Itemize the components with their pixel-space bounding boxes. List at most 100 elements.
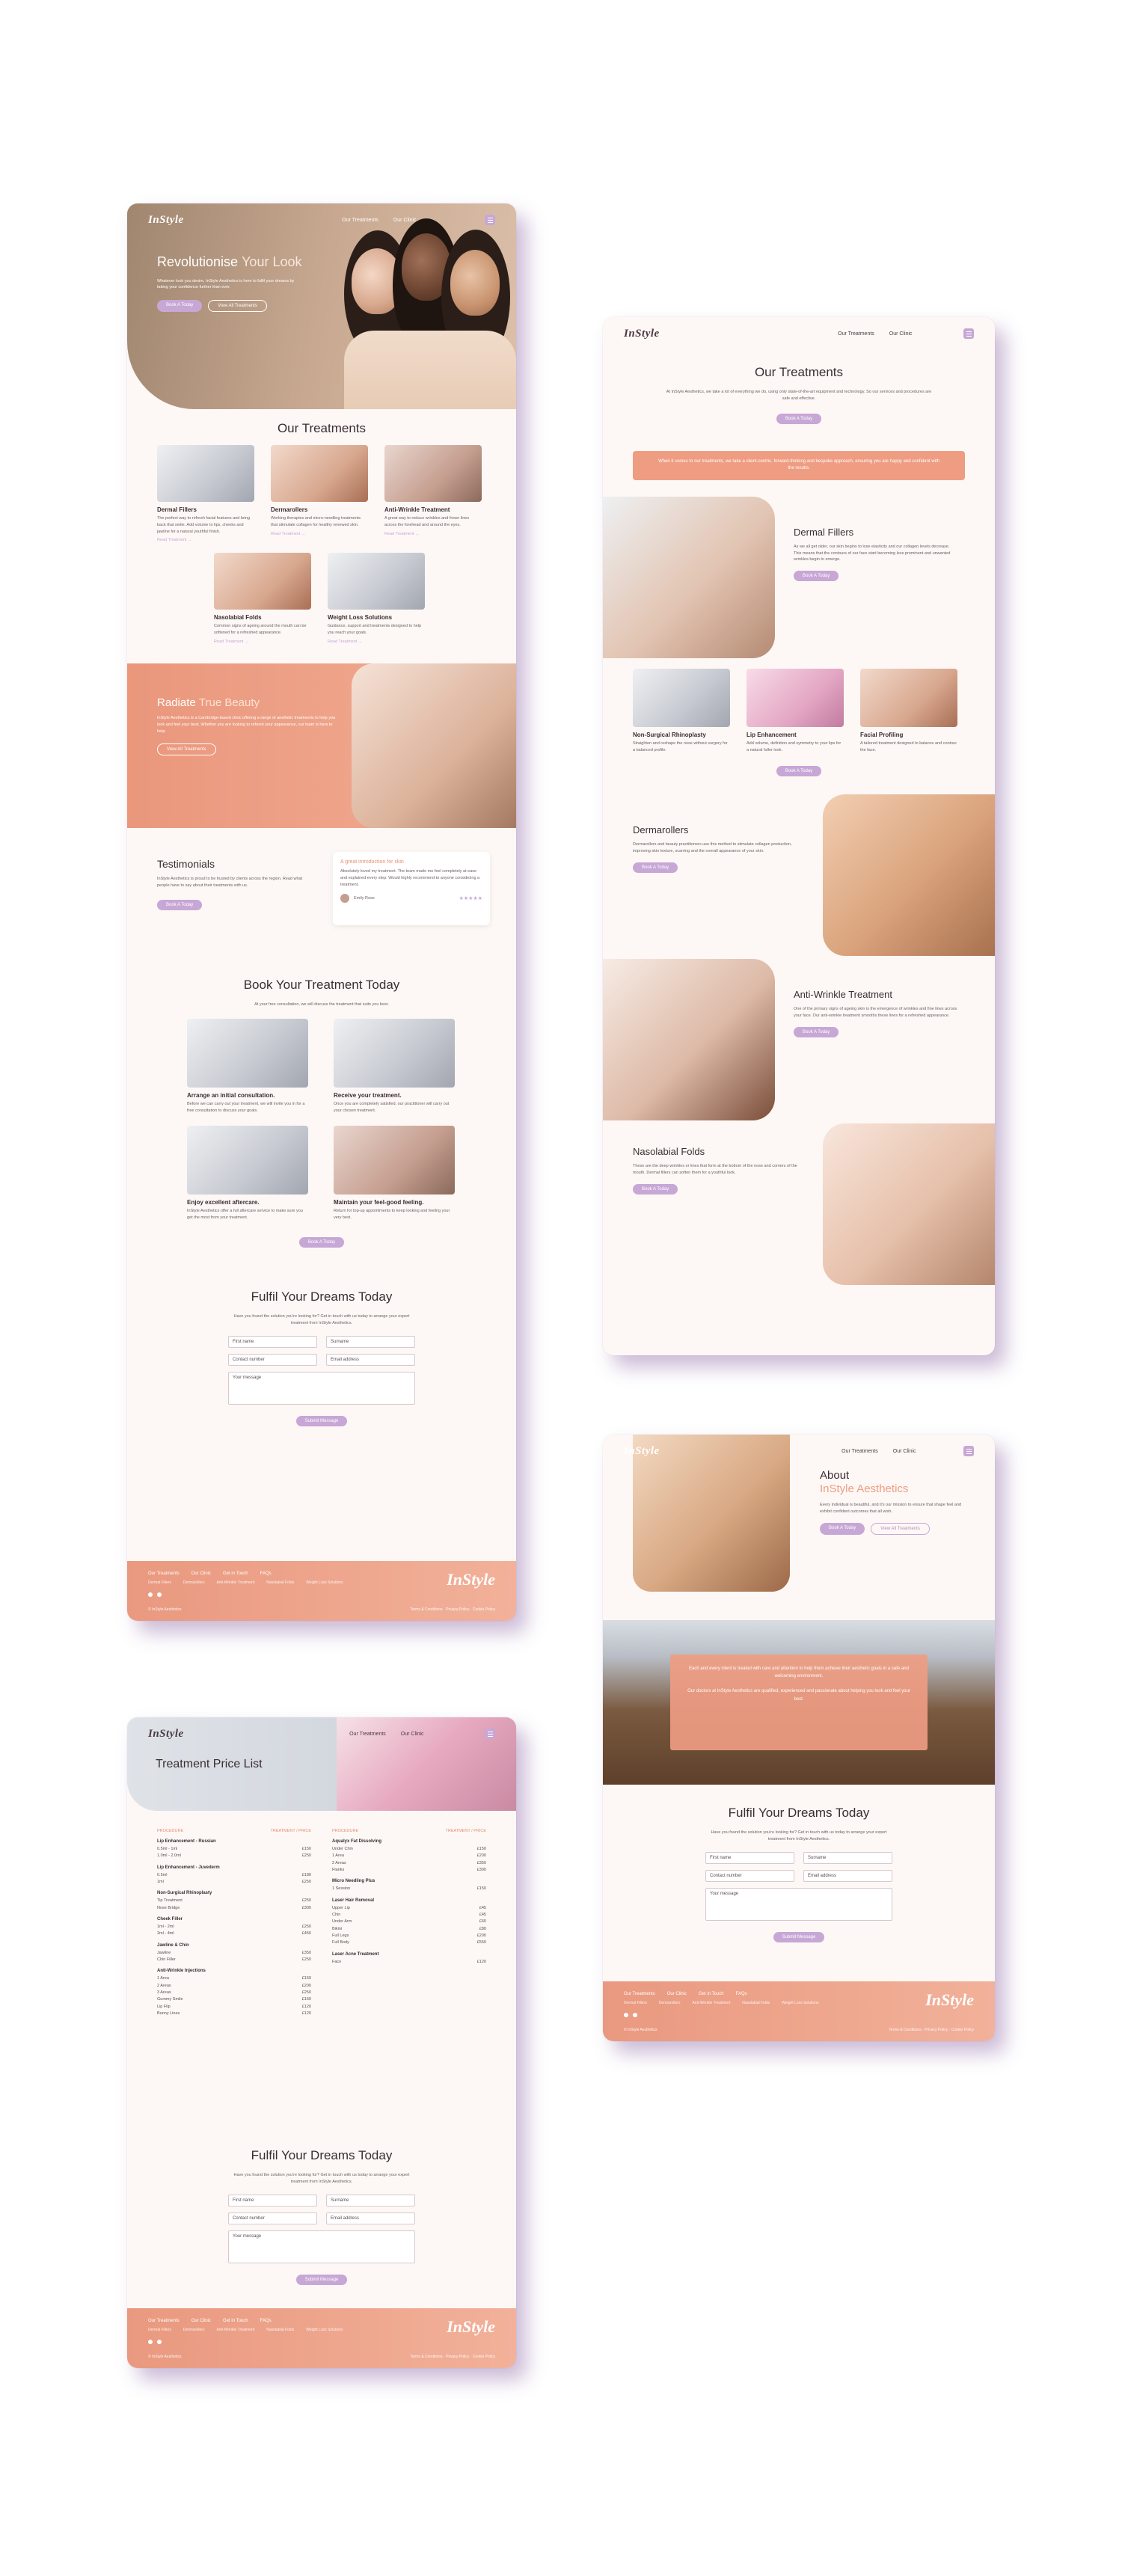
submit-button[interactable]: Submit Message bbox=[295, 1415, 348, 1426]
radiate-title: Radiate bbox=[157, 696, 196, 709]
price-group-title: Cheek Filler bbox=[157, 1917, 183, 1922]
banner: When it comes to our treatments, we take… bbox=[633, 450, 965, 480]
nav-clinic[interactable]: Our Clinic bbox=[401, 1732, 424, 1737]
menu-icon[interactable] bbox=[963, 1446, 974, 1456]
footer-logo[interactable]: InStyle bbox=[925, 1990, 974, 2010]
hero-view-treatments-button[interactable]: View All Treatments bbox=[208, 300, 267, 313]
price-row: 1 Area £150 bbox=[157, 1976, 311, 1981]
book-sub: At your free consultation, we will discu… bbox=[254, 1002, 389, 1007]
book-button[interactable]: Book A Today bbox=[298, 1236, 345, 1248]
mini-card[interactable]: Lip Enhancement Add volume, definition an… bbox=[747, 668, 844, 754]
footer-link[interactable]: Our Clinic bbox=[191, 2319, 211, 2323]
price-group-title: Aqualyx Fat Dissolving bbox=[332, 1839, 382, 1844]
price-row: 1ml - 2ml £250 bbox=[157, 1925, 311, 1930]
book-button[interactable]: Book A Today bbox=[776, 413, 822, 424]
social-icons[interactable] bbox=[148, 2340, 495, 2344]
contact-form: First name Surname Contact number Email ad… bbox=[228, 1335, 415, 1426]
anti-book-button[interactable]: Book A Today bbox=[794, 1026, 839, 1037]
contact-number-field[interactable]: Contact number bbox=[228, 2212, 317, 2224]
first-name-field[interactable]: First name bbox=[228, 2194, 317, 2207]
price-row: Gummy Smile £150 bbox=[157, 1997, 311, 2002]
price-row: 1ml £250 bbox=[157, 1880, 311, 1885]
footer-link[interactable]: Our Treatments bbox=[148, 2319, 180, 2323]
treatment-card[interactable]: Nasolabial Folds Common signs of ageing a… bbox=[214, 553, 311, 644]
footer-link[interactable]: FAQs bbox=[736, 1992, 747, 1996]
testimonials-book-button[interactable]: Book A Today bbox=[157, 899, 203, 910]
instagram-icon bbox=[157, 1592, 162, 1597]
footer-link[interactable]: FAQs bbox=[260, 2319, 272, 2323]
footer-link[interactable]: Get in Touch bbox=[699, 1992, 724, 1996]
treatments-heading: Our Treatments bbox=[277, 421, 367, 435]
nav-clinic[interactable]: Our Clinic bbox=[889, 331, 913, 337]
rating-stars-icon: ★★★★★ bbox=[459, 896, 482, 902]
price-group-title: Micro Needling Plus bbox=[332, 1879, 375, 1884]
mini-card[interactable]: Non-Surgical Rhinoplasty Straighten and r… bbox=[633, 668, 730, 754]
footer-link[interactable]: Get in Touch bbox=[223, 2319, 248, 2323]
contact-number-field[interactable]: Contact number bbox=[705, 1869, 794, 1882]
first-name-field[interactable]: First name bbox=[228, 1335, 317, 1348]
derma-book-button[interactable]: Book A Today bbox=[633, 862, 678, 873]
email-field[interactable]: Email address bbox=[326, 1353, 415, 1366]
anti-wrinkle-section: Anti-Wrinkle Treatment One of the primar… bbox=[603, 959, 995, 1123]
footer: Our Treatments Our Clinic Get in Touch FAQs… bbox=[127, 2308, 516, 2368]
footer-link[interactable]: Our Treatments bbox=[148, 1571, 180, 1576]
submit-button[interactable]: Submit Message bbox=[773, 1931, 825, 1942]
surname-field[interactable]: Surname bbox=[326, 1335, 415, 1348]
price-table: PROCEDURE TREATMENT / PRICE Lip Enhanceme… bbox=[127, 1811, 516, 2018]
footer: Our Treatments Our Clinic Get in Touch FAQs… bbox=[127, 1561, 516, 1621]
about-book-button[interactable]: Book A Today bbox=[820, 1522, 865, 1535]
nav-treatments[interactable]: Our Treatments bbox=[349, 1732, 386, 1737]
nav-clinic[interactable]: Our Clinic bbox=[893, 1449, 916, 1454]
nav-treatments[interactable]: Our Treatments bbox=[838, 331, 874, 337]
price-row: Upper Lip £45 bbox=[332, 1905, 486, 1910]
nav-treatments[interactable]: Our Treatments bbox=[842, 1449, 878, 1454]
message-field[interactable]: Your message bbox=[228, 2230, 415, 2263]
naso-book-button[interactable]: Book A Today bbox=[633, 1183, 678, 1195]
nav-treatments[interactable]: Our Treatments bbox=[342, 218, 378, 223]
dermal-book-button[interactable]: Book A Today bbox=[794, 571, 839, 582]
footer-link[interactable]: FAQs bbox=[260, 1571, 272, 1576]
email-field[interactable]: Email address bbox=[326, 2212, 415, 2224]
social-icons[interactable] bbox=[148, 1592, 495, 1597]
nav-clinic[interactable]: Our Clinic bbox=[393, 218, 417, 223]
about-text: Every individual is beautiful, and it's … bbox=[820, 1503, 962, 1514]
logo[interactable]: InStyle bbox=[148, 1728, 184, 1741]
radiate-view-button[interactable]: View All Treatments bbox=[157, 743, 216, 756]
treatment-card[interactable]: Dermal Fillers The perfect way to refresh… bbox=[157, 445, 254, 542]
submit-button[interactable]: Submit Message bbox=[295, 2274, 348, 2285]
contact-number-field[interactable]: Contact number bbox=[228, 1353, 317, 1366]
footer-link[interactable]: Our Clinic bbox=[191, 1571, 211, 1576]
email-field[interactable]: Email address bbox=[803, 1869, 892, 1882]
menu-icon[interactable] bbox=[485, 1729, 495, 1739]
price-row: Under Chin £150 bbox=[332, 1847, 486, 1851]
footer-logo[interactable]: InStyle bbox=[447, 1570, 495, 1589]
surname-field[interactable]: Surname bbox=[326, 2194, 415, 2207]
menu-icon[interactable] bbox=[485, 215, 495, 225]
treatment-card[interactable]: Dermarollers Working therapies and micro-… bbox=[271, 445, 368, 542]
footer-logo[interactable]: InStyle bbox=[447, 2317, 495, 2337]
message-field[interactable]: Your message bbox=[705, 1887, 892, 1921]
price-row: 3 Areas £250 bbox=[157, 1990, 311, 1996]
mini-book-button[interactable]: Book A Today bbox=[776, 766, 822, 777]
logo[interactable]: InStyle bbox=[624, 1445, 660, 1458]
mini-card[interactable]: Facial Profiling A tailored treatment des… bbox=[860, 668, 957, 754]
logo[interactable]: InStyle bbox=[624, 328, 660, 340]
social-icons[interactable] bbox=[624, 2013, 974, 2017]
footer-link[interactable]: Our Treatments bbox=[624, 1992, 655, 1996]
logo[interactable]: InStyle bbox=[148, 214, 184, 227]
treatment-card[interactable]: Anti-Wrinkle Treatment A great way to red… bbox=[384, 445, 482, 542]
message-field[interactable]: Your message bbox=[228, 1371, 415, 1405]
price-row: Flanks £300 bbox=[332, 1868, 486, 1873]
page-title: Treatment Price List bbox=[156, 1758, 263, 1770]
menu-icon[interactable] bbox=[963, 328, 974, 339]
hero-book-button[interactable]: Book A Today bbox=[157, 300, 203, 313]
first-name-field[interactable]: First name bbox=[705, 1851, 794, 1864]
dermal-text: As we all get older, our skin begins to … bbox=[794, 544, 951, 562]
price-row: Tip Treatment £250 bbox=[157, 1898, 311, 1904]
surname-field[interactable]: Surname bbox=[803, 1851, 892, 1864]
price-row: Full Body £550 bbox=[332, 1940, 486, 1945]
footer-link[interactable]: Our Clinic bbox=[667, 1992, 687, 1996]
treatment-card[interactable]: Weight Loss Solutions Guidance, support a… bbox=[328, 553, 425, 644]
about-view-button[interactable]: View All Treatments bbox=[871, 1522, 930, 1535]
footer-link[interactable]: Get in Touch bbox=[223, 1571, 248, 1576]
